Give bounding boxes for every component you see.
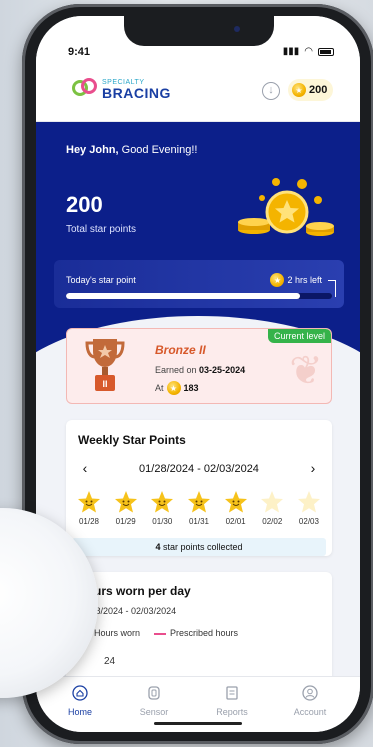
weekly-day: 01/31 bbox=[182, 490, 216, 526]
smiley-star-icon bbox=[224, 491, 247, 513]
account-icon bbox=[302, 685, 318, 701]
logo-main-text: BRACING bbox=[102, 84, 171, 101]
wifi-icon: ◠ bbox=[304, 46, 313, 57]
smiley-star-icon bbox=[187, 491, 210, 513]
total-points: 200 bbox=[66, 192, 103, 217]
weekly-title: Weekly Star Points bbox=[78, 433, 186, 447]
week-navigator: ‹ 01/28/2024 - 02/03/2024 › bbox=[66, 460, 332, 480]
status-time: 9:41 bbox=[68, 46, 91, 58]
tab-account[interactable]: Account bbox=[280, 685, 340, 717]
app-header: SPECIALTY BRACING ↓ ★ 200 bbox=[36, 60, 360, 122]
today-star-point-card: Today's star point ★ 2 hrs left bbox=[54, 260, 344, 308]
weekly-day: 02/03 bbox=[292, 490, 326, 526]
weekly-day: 01/28 bbox=[72, 490, 106, 526]
notch bbox=[124, 16, 274, 46]
weekly-star-points-card: Weekly Star Points ‹ 01/28/2024 - 02/03/… bbox=[66, 420, 332, 556]
weekly-day-label: 02/02 bbox=[262, 517, 283, 526]
total-points-label: Total star points bbox=[66, 224, 137, 235]
tab-sensor[interactable]: Sensor bbox=[124, 685, 184, 717]
tab-reports[interactable]: Reports bbox=[202, 685, 262, 717]
reports-icon bbox=[226, 686, 238, 700]
bronze-trophy-icon: II bbox=[85, 339, 125, 391]
points-value: 200 bbox=[309, 84, 328, 96]
empty-star-icon bbox=[297, 491, 320, 513]
level-threshold: At ★ 183 bbox=[155, 381, 199, 395]
smiley-star-icon bbox=[78, 491, 100, 513]
legend-prescribed: Prescribed hours bbox=[154, 628, 238, 638]
empty-star-icon bbox=[261, 491, 284, 513]
weekly-day-label: 01/31 bbox=[188, 517, 209, 526]
download-icon[interactable]: ↓ bbox=[262, 82, 280, 100]
trophy-numeral: II bbox=[102, 379, 107, 389]
time-left: ★ 2 hrs left bbox=[270, 273, 322, 287]
today-progress-bar bbox=[66, 293, 332, 299]
y-axis-tick-top: 24 bbox=[104, 656, 116, 667]
battery-icon bbox=[318, 47, 334, 56]
status-icons: ▮▮▮ ◠ bbox=[283, 46, 334, 57]
tab-home[interactable]: Home bbox=[50, 685, 110, 717]
weekly-day-label: 01/29 bbox=[115, 517, 136, 526]
star-coin-icon: ★ bbox=[270, 273, 285, 287]
chevron-right-icon[interactable]: › bbox=[304, 460, 322, 476]
star-coin-icon: ★ bbox=[292, 83, 306, 97]
weekly-day: 02/02 bbox=[255, 490, 289, 526]
background-stage: 9:41 ▮▮▮ ◠ SPECIALTY BRACING ↓ ★ 200 Hey… bbox=[0, 0, 373, 747]
weekly-day-label: 02/03 bbox=[298, 517, 319, 526]
current-level-card[interactable]: Current level II Bronze II Earned on 03-… bbox=[66, 328, 332, 404]
weekly-day-label: 01/28 bbox=[78, 517, 100, 526]
weekly-day-label: 02/01 bbox=[225, 517, 246, 526]
app-logo[interactable]: SPECIALTY BRACING bbox=[72, 74, 171, 104]
coin-pile-icon bbox=[238, 178, 334, 236]
logo-mark-icon bbox=[72, 76, 100, 102]
home-indicator bbox=[154, 722, 242, 725]
collected-summary: 4 star points collected bbox=[72, 538, 326, 556]
today-progress-fill bbox=[66, 293, 301, 299]
camera bbox=[234, 26, 240, 32]
smiley-star-icon bbox=[151, 491, 174, 513]
weekly-stars-row: 01/28 01/29 01/30 01/31 02/01 02/02 02/03 bbox=[72, 490, 326, 526]
level-earned: Earned on 03-25-2024 bbox=[155, 365, 246, 375]
weekly-day: 01/29 bbox=[109, 490, 143, 526]
week-range: 01/28/2024 - 02/03/2024 bbox=[139, 463, 259, 475]
current-level-tag: Current level bbox=[267, 329, 331, 343]
smiley-star-icon bbox=[114, 491, 137, 513]
home-icon bbox=[72, 685, 88, 701]
points-badge[interactable]: ★ 200 bbox=[288, 79, 334, 101]
weekly-day: 01/30 bbox=[145, 490, 179, 526]
today-label: Today's star point bbox=[66, 275, 136, 285]
hours-legend: Hours worn Prescribed hours bbox=[78, 628, 238, 638]
star-coin-icon: ★ bbox=[166, 381, 181, 395]
greeting: Hey John, Good Evening!! bbox=[66, 144, 198, 156]
weekly-day: 02/01 bbox=[219, 490, 253, 526]
sensor-icon bbox=[148, 686, 160, 700]
signal-icon: ▮▮▮ bbox=[282, 46, 300, 57]
weekly-day-label: 01/30 bbox=[152, 517, 173, 526]
level-name: Bronze II bbox=[155, 343, 206, 357]
laurel-icon: ❦ bbox=[289, 349, 323, 393]
